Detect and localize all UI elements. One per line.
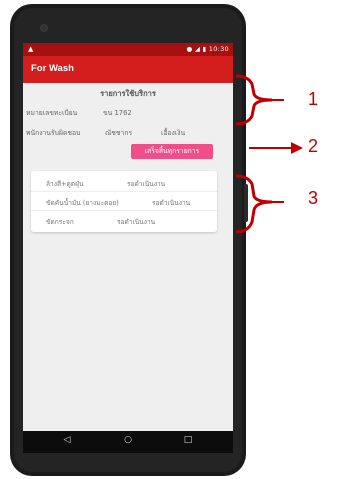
staff-first-name: ณัชชากร [105,129,133,137]
service-row[interactable]: ล้างสี+ดูดฝุ่น รอดำเนินงาน [31,173,217,192]
status-time: 10:30 [208,45,229,53]
annotation-number-2: 2 [308,136,319,156]
service-list-card: ล้างสี+ดูดฝุ่น รอดำเนินงาน ขัดคันน้ำมัน … [31,171,217,232]
plate-label: หมายเลขทะเบียน [26,109,78,117]
service-status: รอดำเนินงาน [152,199,191,207]
warning-icon: ▲ [28,45,34,53]
phone-screen: ▲ ● ◢ ▮ 10:30 For Wash รายการใช้บริการ ห… [23,43,233,453]
front-camera [40,24,48,32]
recents-square-icon[interactable]: □ [178,435,198,445]
battery-icon: ▮ [202,45,207,53]
arrow-2 [249,142,303,154]
location-icon: ● [186,45,193,53]
staff-last-name: เอื้องเงิน [161,129,186,137]
home-circle-icon[interactable]: ○ [118,435,138,445]
section-title: รายการใช้บริการ [100,89,156,98]
bracket-1 [235,74,284,126]
plate-value: ขน 1762 [103,109,132,117]
annotation-number-1: 1 [308,89,319,109]
service-status: รอดำเนินงาน [117,218,156,226]
staff-label: พนักงานรับผิดชอบ [26,129,81,137]
back-triangle-icon[interactable]: ◁ [57,435,77,445]
status-bar: ▲ ● ◢ ▮ 10:30 [23,43,233,56]
app-title: For Wash [31,63,74,74]
signal-icon: ◢ [194,45,201,53]
app-bar: For Wash [23,56,233,83]
android-nav-bar: ◁ ○ □ [23,431,233,453]
finish-all-button[interactable]: เสร็จสิ้นทุกรายการ [131,144,213,159]
bracket-3 [235,174,284,234]
status-icons: ● ◢ ▮ 10:30 [186,45,229,53]
service-name: ล้างสี+ดูดฝุ่น [46,180,84,188]
service-name: ขัดกระจก [46,218,74,226]
service-row[interactable]: ขัดกระจก รอดำเนินงาน [31,211,217,229]
service-name: ขัดคันน้ำมัน (ยางมะตอย) [46,199,119,207]
service-row[interactable]: ขัดคันน้ำมัน (ยางมะตอย) รอดำเนินงาน [31,192,217,211]
annotation-number-3: 3 [308,188,319,208]
service-status: รอดำเนินงาน [127,180,166,188]
